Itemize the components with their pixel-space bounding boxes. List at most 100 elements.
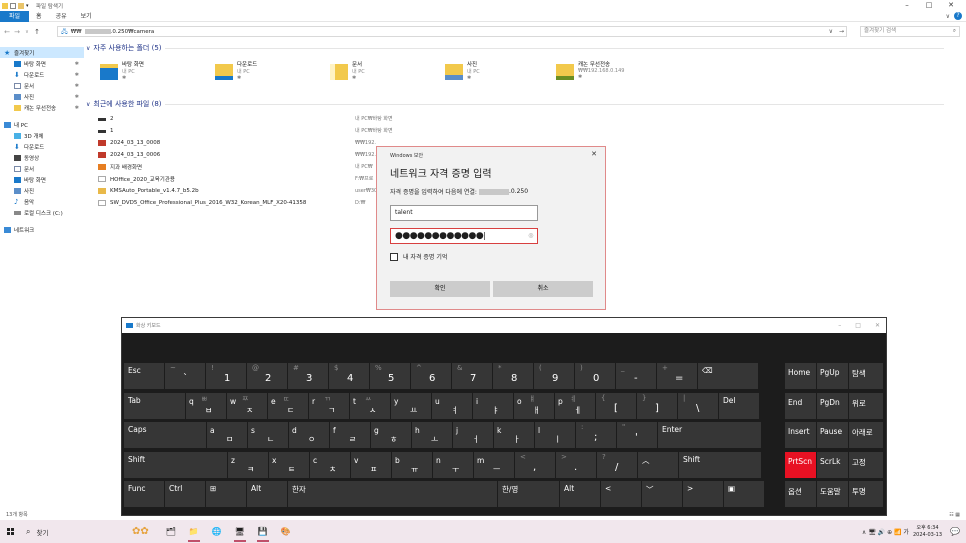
- key-d[interactable]: dㅇ: [289, 422, 329, 448]
- key-y[interactable]: yㅛ: [391, 393, 431, 419]
- list-item[interactable]: 지과 배경화면: [98, 162, 142, 172]
- tray-icons[interactable]: ∧ 🖥 🔊 ⊕ 📶 가: [862, 527, 909, 536]
- key-Shift[interactable]: Shift: [679, 452, 761, 478]
- maximize-button[interactable]: □: [918, 0, 940, 11]
- key-sym[interactable]: + =: [657, 363, 697, 389]
- sidebar-item-videos[interactable]: 동영상: [0, 152, 84, 163]
- dialog-close-button[interactable]: ✕: [591, 150, 597, 158]
- osk-maximize-button[interactable]: □: [855, 318, 861, 333]
- sidebar-item-network[interactable]: 네트워크: [0, 224, 84, 235]
- up-button[interactable]: ↑: [32, 28, 42, 36]
- key-f[interactable]: fㄹ: [330, 422, 370, 448]
- key-Tab[interactable]: Tab: [124, 393, 185, 419]
- key-sym[interactable]: ? /: [597, 452, 637, 478]
- key-sym[interactable]: ﹀: [642, 481, 682, 507]
- key-a[interactable]: aㅁ: [207, 422, 247, 448]
- key-c[interactable]: cㅊ: [310, 452, 350, 478]
- forward-button[interactable]: →: [12, 28, 22, 36]
- key-PrtScn[interactable]: PrtScn: [785, 452, 816, 478]
- edge-icon[interactable]: 🌐: [208, 520, 226, 543]
- key-j[interactable]: jㅓ: [453, 422, 493, 448]
- key-sym[interactable]: >.: [556, 452, 596, 478]
- osk-minimize-button[interactable]: –: [838, 318, 841, 333]
- sidebar-item-3d[interactable]: 3D 개체: [0, 130, 84, 141]
- key-sym[interactable]: >: [683, 481, 723, 507]
- remote-desktop-icon[interactable]: 🖥: [231, 520, 249, 543]
- key-Shift[interactable]: Shift: [124, 452, 227, 478]
- address-bar[interactable]: 🖧 ₩₩ .0.250₩camera ∨ →: [57, 26, 847, 37]
- properties-icon[interactable]: [10, 2, 16, 9]
- folder-desktop[interactable]: 바탕 화면 내 PC ✱: [100, 60, 210, 88]
- key-Del[interactable]: Del: [719, 393, 759, 419]
- key-sym[interactable]: {[: [596, 393, 636, 419]
- key-PgUp[interactable]: PgUp: [817, 363, 848, 389]
- key-sym[interactable]: " ': [617, 422, 657, 448]
- key-End[interactable]: End: [785, 393, 816, 419]
- key-Home[interactable]: Home: [785, 363, 816, 389]
- expand-ribbon-icon[interactable]: ∨: [946, 13, 950, 20]
- list-item[interactable]: 1: [98, 126, 114, 136]
- chevron-down-icon[interactable]: ▾: [26, 3, 32, 9]
- key-Insert[interactable]: Insert: [785, 422, 816, 448]
- key-g[interactable]: gㅎ: [371, 422, 411, 448]
- list-item[interactable]: KMSAuto_Portable_v1.4.7_b5.2b: [98, 186, 199, 196]
- folder-documents[interactable]: 문서 내 PC ✱: [330, 60, 440, 88]
- minimize-button[interactable]: –: [896, 0, 918, 11]
- key-r[interactable]: rㄲㄱ: [309, 393, 349, 419]
- key-9[interactable]: (9: [534, 363, 574, 389]
- sidebar-item-downloads[interactable]: ⬇ 다운로드 ✱: [0, 69, 84, 80]
- start-button[interactable]: [0, 520, 20, 543]
- key-ScrLk[interactable]: ScrLk: [817, 452, 848, 478]
- key-sym[interactable]: ~ `: [165, 363, 205, 389]
- list-item[interactable]: 2024_03_13_0006: [98, 150, 160, 160]
- key-m[interactable]: mㅡ: [474, 452, 514, 478]
- tab-home[interactable]: 홈: [29, 11, 49, 22]
- key-sym[interactable]: ▣: [724, 481, 764, 507]
- key-6[interactable]: ^ 6: [411, 363, 451, 389]
- frequent-folders-header[interactable]: ∨ 자주 사용하는 폴더 (5): [84, 42, 964, 54]
- refresh-button[interactable]: →: [839, 28, 844, 35]
- sidebar-item-pc-documents[interactable]: 문서: [0, 163, 84, 174]
- sidebar-item-canon[interactable]: 캐논 무선전송 ✱: [0, 102, 84, 113]
- folder-canon[interactable]: 캐논 무선전송 ₩₩192.168.0.149 ✱: [556, 60, 666, 88]
- key-고정[interactable]: 고정: [849, 452, 883, 478]
- reveal-password-icon[interactable]: ◎: [528, 229, 533, 243]
- key-Alt[interactable]: Alt: [560, 481, 600, 507]
- remember-checkbox[interactable]: [390, 252, 398, 261]
- search-input[interactable]: 즐겨찾기 검색 ⌕: [860, 26, 960, 37]
- key-w[interactable]: wㅉㅈ: [227, 393, 267, 419]
- key-x[interactable]: xㅌ: [269, 452, 309, 478]
- key-Ctrl[interactable]: Ctrl: [165, 481, 205, 507]
- key-PgDn[interactable]: PgDn: [817, 393, 848, 419]
- list-item[interactable]: 2024_03_13_0008: [98, 138, 160, 148]
- key-5[interactable]: % 5: [370, 363, 410, 389]
- sidebar-item-pc-downloads[interactable]: ⬇ 다운로드: [0, 141, 84, 152]
- list-item[interactable]: SW_DVD5_Office_Professional_Plus_2016_W3…: [98, 198, 306, 208]
- recent-locations-button[interactable]: ∨: [22, 29, 32, 35]
- ok-button[interactable]: 확인: [390, 281, 490, 297]
- key-sym[interactable]: <,: [515, 452, 555, 478]
- key-Alt[interactable]: Alt: [247, 481, 287, 507]
- tab-share[interactable]: 공유: [49, 11, 74, 22]
- taskbar-search[interactable]: ⌕ 찾기: [26, 527, 48, 537]
- key-한영[interactable]: 한/영: [498, 481, 559, 507]
- folder-pictures[interactable]: 사진 내 PC ✱: [445, 60, 555, 88]
- osk-close-button[interactable]: ✕: [875, 318, 880, 333]
- key-도움말[interactable]: 도움말: [817, 481, 848, 507]
- list-item[interactable]: HOffice_2020_교육기관용: [98, 174, 175, 184]
- key-Func[interactable]: Func: [124, 481, 164, 507]
- key-위로[interactable]: 위로: [849, 393, 883, 419]
- key-sym[interactable]: ︿: [638, 452, 678, 478]
- tab-file[interactable]: 파일: [0, 10, 30, 22]
- sidebar-item-documents[interactable]: 문서 ✱: [0, 80, 84, 91]
- key-z[interactable]: zㅋ: [228, 452, 268, 478]
- key-p[interactable]: pㅖㅔ: [555, 393, 595, 419]
- close-button[interactable]: ✕: [940, 0, 962, 11]
- key-7[interactable]: & 7: [452, 363, 492, 389]
- key-2[interactable]: @2: [247, 363, 287, 389]
- key-sym[interactable]: }]: [637, 393, 677, 419]
- clock[interactable]: 오후 6:34 2024-03-13: [913, 525, 942, 539]
- key-s[interactable]: sㄴ: [248, 422, 288, 448]
- key-sym[interactable]: ⌫: [698, 363, 758, 389]
- key-1[interactable]: ! 1: [206, 363, 246, 389]
